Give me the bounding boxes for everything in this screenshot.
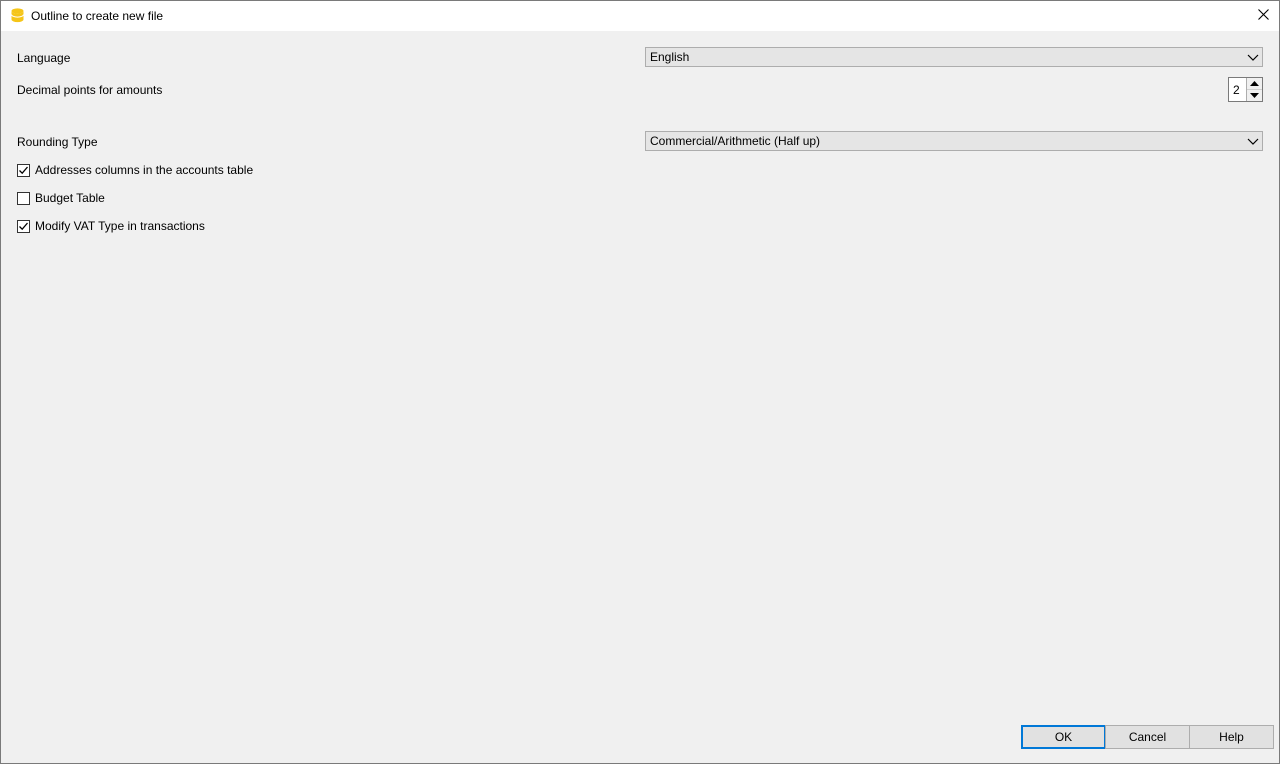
decimal-points-stepper[interactable]: 2 [1228,77,1263,102]
stepper-down-button[interactable] [1247,90,1262,101]
dialog-window: Outline to create new file Language Engl… [0,0,1280,764]
budget-table-checkbox[interactable] [17,192,30,205]
language-select-value: English [650,50,690,64]
checkmark-icon [19,166,28,175]
rounding-type-select[interactable]: Commercial/Arithmetic (Half up) [645,131,1263,151]
cancel-button[interactable]: Cancel [1105,725,1190,749]
window-title: Outline to create new file [31,9,164,23]
ok-button[interactable]: OK [1021,725,1106,749]
modify-vat-type-checkbox[interactable] [17,220,30,233]
title-bar: Outline to create new file [1,1,1279,31]
modify-vat-type-label: Modify VAT Type in transactions [35,219,205,233]
chevron-down-icon [1247,51,1259,63]
language-label: Language [17,51,71,65]
addresses-columns-label: Addresses columns in the accounts table [35,163,254,177]
addresses-columns-checkbox[interactable] [17,164,30,177]
stepper-up-button[interactable] [1247,78,1262,90]
checkmark-icon [19,222,28,231]
close-icon [1257,9,1269,23]
decimal-points-value[interactable]: 2 [1233,83,1240,97]
help-button[interactable]: Help [1189,725,1274,749]
rounding-type-select-value: Commercial/Arithmetic (Half up) [650,134,821,148]
language-select[interactable]: English [645,47,1263,67]
app-database-icon [11,8,24,23]
budget-table-label: Budget Table [35,191,105,205]
rounding-type-label: Rounding Type [17,135,98,149]
chevron-down-icon [1247,135,1259,147]
decimal-points-label: Decimal points for amounts [17,83,163,97]
stepper-buttons [1246,78,1262,101]
close-button[interactable] [1247,1,1279,31]
